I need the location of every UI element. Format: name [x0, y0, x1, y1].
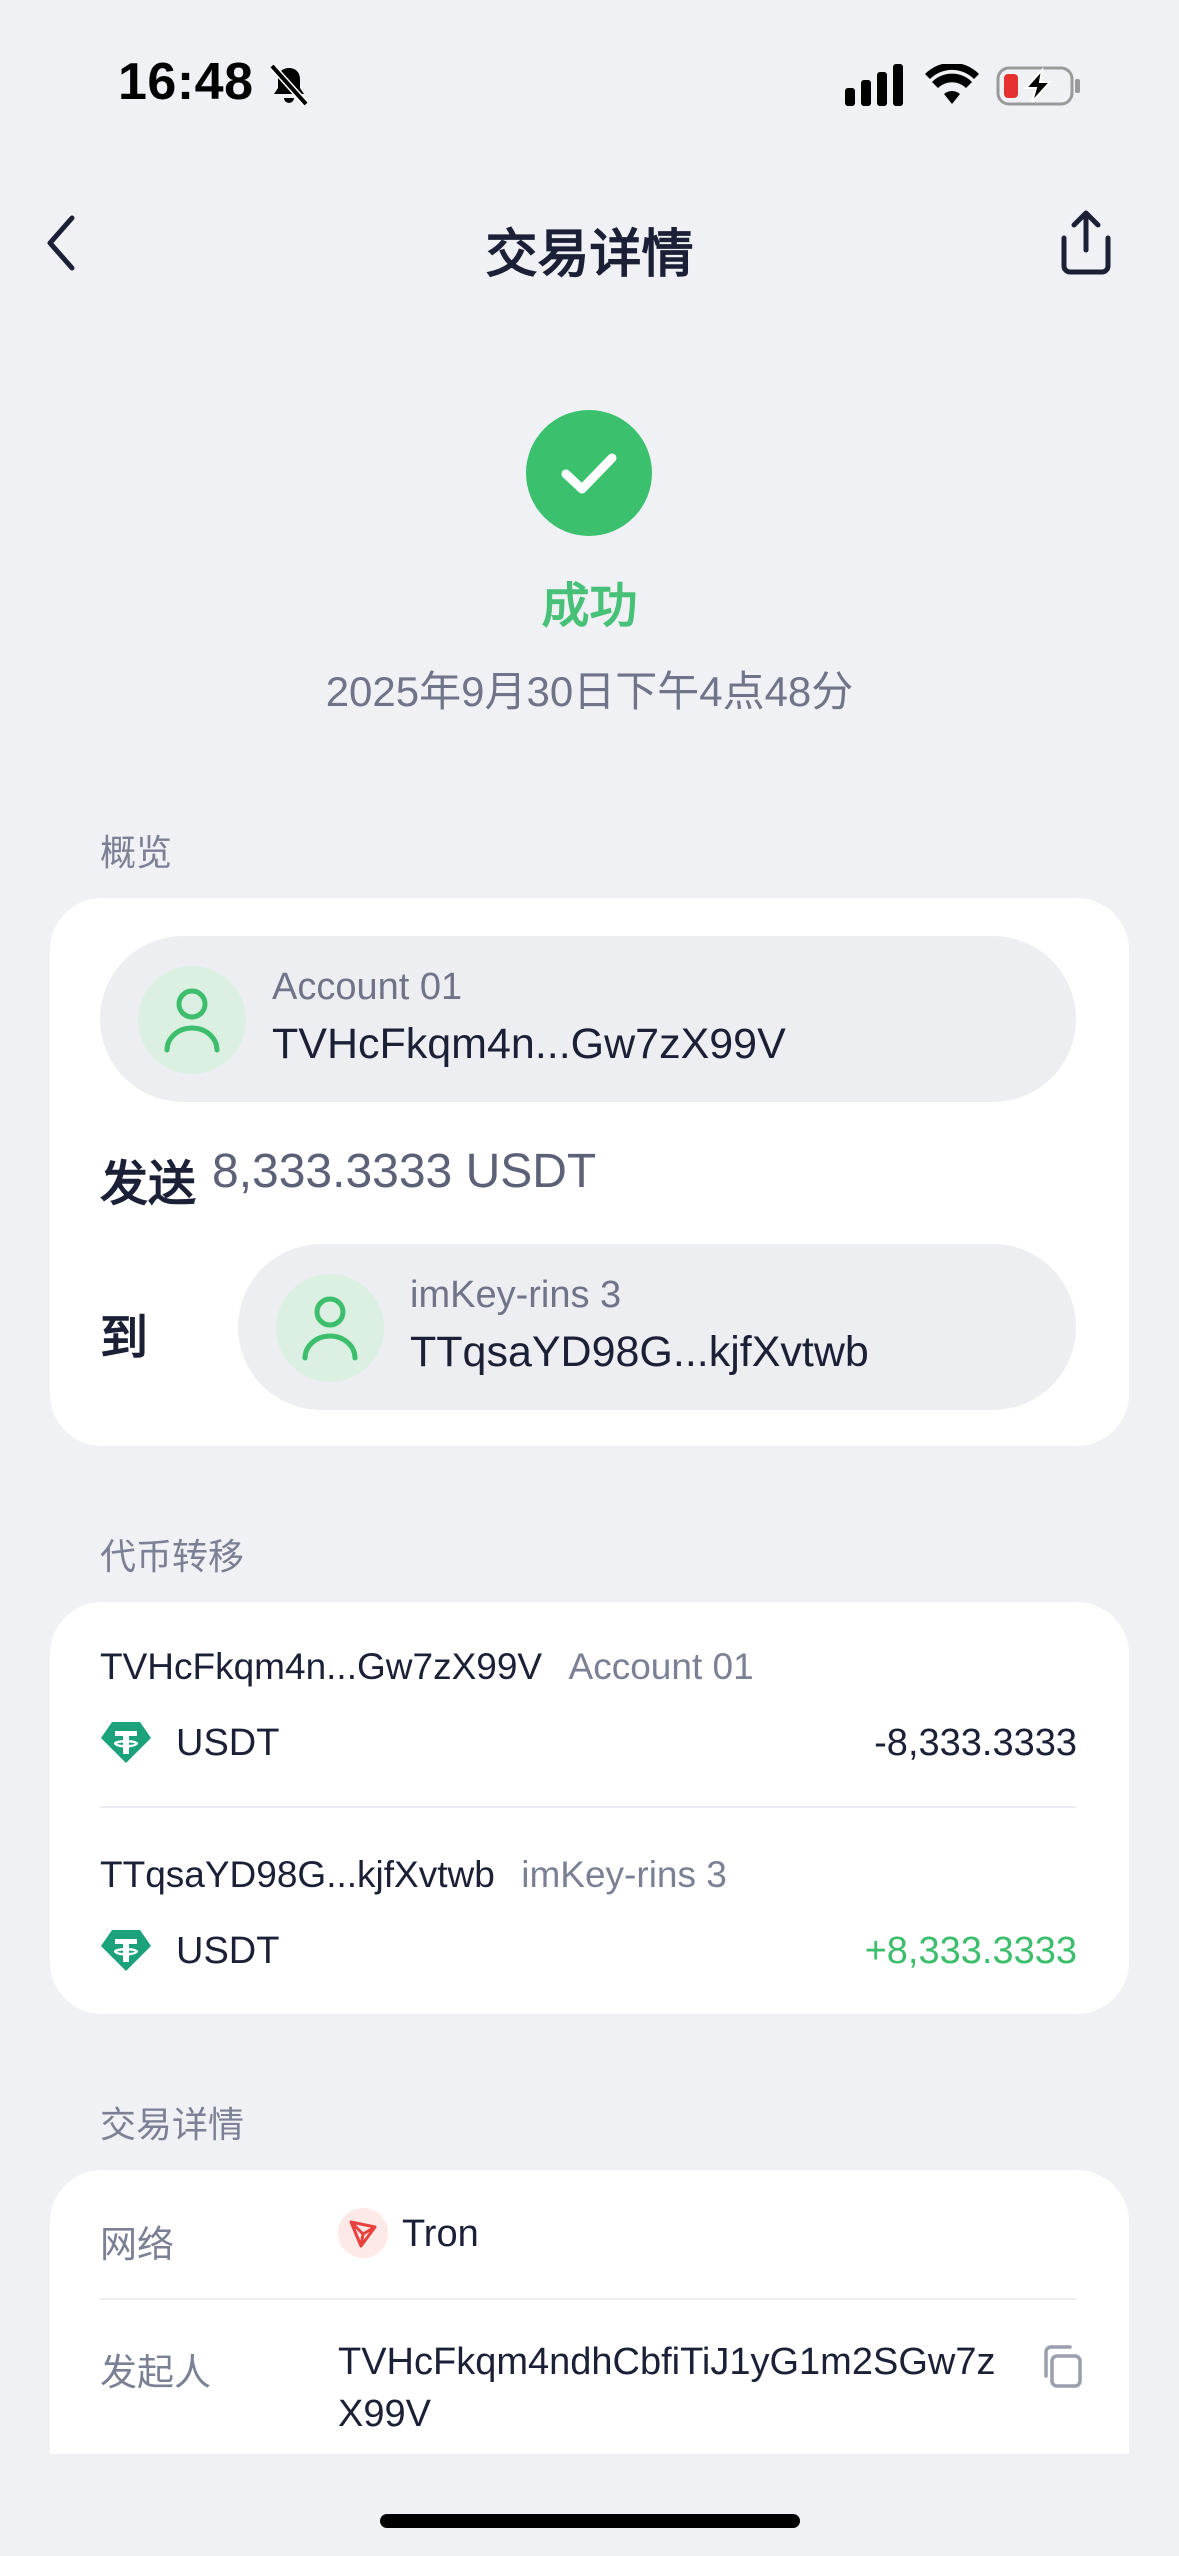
- to-label: 到: [100, 1312, 149, 1365]
- success-check-icon: [526, 410, 652, 536]
- page-title: 交易详情: [485, 226, 694, 284]
- initiator-address-line2: X99V: [338, 2393, 431, 2435]
- to-account-name: imKey-rins 3: [410, 1274, 622, 1316]
- tether-icon: [101, 1722, 151, 1763]
- tether-icon: [101, 1930, 151, 1971]
- transfers-section-title: 代币转移: [100, 1536, 245, 1577]
- tron-icon: [338, 2208, 388, 2258]
- send-label: 发送: [100, 1158, 197, 1211]
- status-text: 成功: [541, 580, 638, 633]
- transfer-amount-in: +8,333.3333: [864, 1930, 1077, 1972]
- from-account-pill[interactable]: Account 01 TVHcFkqm4n...Gw7zX99V: [100, 936, 1076, 1102]
- wifi-icon: [925, 64, 979, 104]
- overview-section-title: 概览: [100, 832, 173, 873]
- transfer-token: USDT: [176, 1722, 280, 1764]
- network-label: 网络: [100, 2224, 174, 2265]
- status-time: 16:48: [118, 53, 254, 111]
- transfer-token: USDT: [176, 1930, 280, 1972]
- from-account-name: Account 01: [272, 966, 463, 1008]
- transfer-divider: [100, 1806, 1076, 1808]
- from-account-address: TVHcFkqm4n...Gw7zX99V: [272, 1020, 786, 1068]
- share-icon[interactable]: [1056, 208, 1116, 276]
- battery-charging-icon: [996, 66, 1080, 106]
- transfer-address: TVHcFkqm4n...Gw7zX99V: [100, 1646, 543, 1687]
- initiator-address-line1: TVHcFkqm4ndhCbfiTiJ1yG1m2SGw7z: [338, 2341, 996, 2383]
- transfer-account-name: Account 01: [568, 1646, 754, 1687]
- transfer-amount-out: -8,333.3333: [874, 1722, 1077, 1764]
- initiator-label: 发起人: [100, 2352, 211, 2393]
- send-amount: 8,333.3333 USDT: [212, 1145, 597, 1198]
- details-divider: [100, 2298, 1076, 2300]
- to-account-pill[interactable]: imKey-rins 3 TTqsaYD98G...kjfXvtwb: [238, 1244, 1076, 1410]
- copy-icon[interactable]: [1038, 2342, 1086, 2390]
- to-account-address: TTqsaYD98G...kjfXvtwb: [410, 1328, 869, 1376]
- from-avatar-icon: [138, 966, 246, 1074]
- transfer-address: TTqsaYD98G...kjfXvtwb: [100, 1854, 495, 1895]
- signal-icon: [845, 64, 903, 106]
- bottom-bar: [0, 2454, 1179, 2556]
- initiator-address[interactable]: TVHcFkqm4ndhCbfiTiJ1yG1m2SGw7z X99V: [338, 2336, 995, 2440]
- to-avatar-icon: [276, 1274, 384, 1382]
- details-section-title: 交易详情: [100, 2104, 245, 2145]
- transfer-row: TVHcFkqm4n...Gw7zX99V Account 01: [100, 1646, 754, 1688]
- transfer-account-name: imKey-rins 3: [521, 1854, 727, 1895]
- home-indicator[interactable]: [380, 2514, 800, 2528]
- bell-muted-icon: [269, 63, 309, 107]
- network-value: Tron: [402, 2213, 479, 2255]
- transaction-date: 2025年9月30日下午4点48分: [325, 668, 854, 715]
- transfer-row: TTqsaYD98G...kjfXvtwb imKey-rins 3: [100, 1854, 727, 1896]
